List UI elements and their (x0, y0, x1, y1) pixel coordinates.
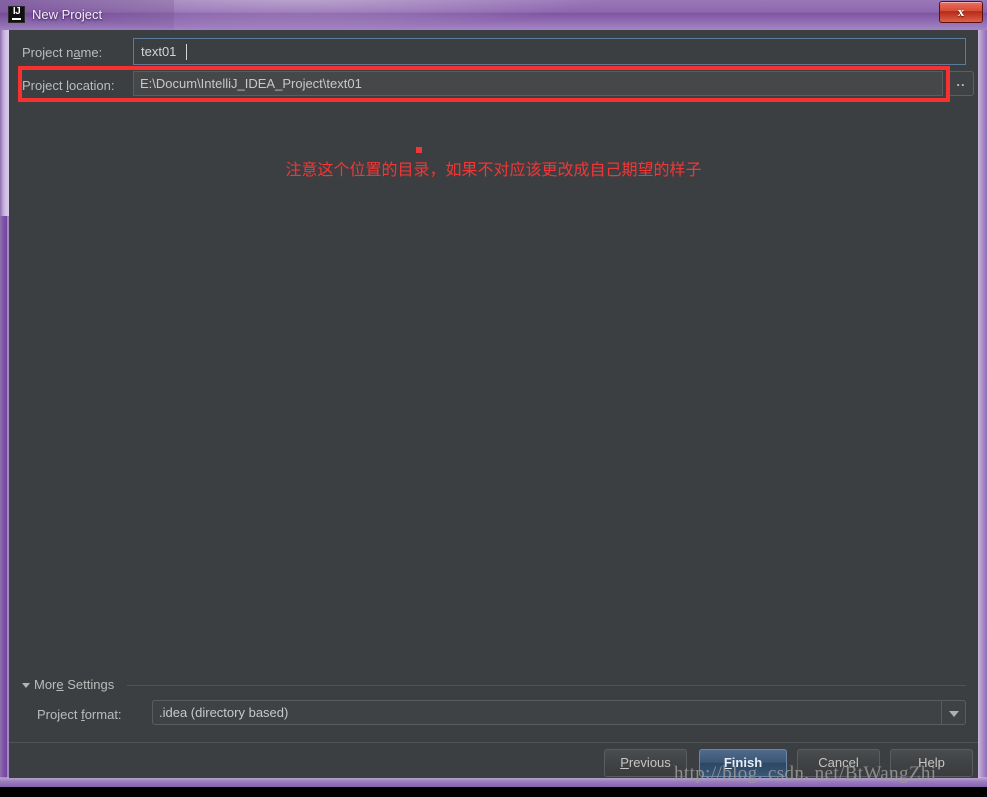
more-settings-separator (127, 685, 966, 686)
project-location-input[interactable]: E:\Docum\IntelliJ_IDEA_Project\text01 (133, 71, 943, 96)
window-border-right (978, 30, 987, 778)
project-format-label: Project format: (37, 706, 122, 724)
intellij-idea-icon-bar (12, 18, 21, 20)
dialog-content: Project name: text01 Project location: E… (9, 30, 978, 778)
project-name-label-text-b: me: (80, 45, 103, 60)
project-format-select-arrow-box[interactable] (941, 701, 965, 724)
project-name-input-value: text01 (141, 44, 177, 59)
previous-button[interactable]: Previous (604, 749, 687, 777)
project-name-input[interactable]: text01 (133, 38, 966, 65)
window-border-bottom (0, 778, 987, 787)
project-format-label-text-a: Project (37, 707, 82, 722)
more-settings-label-text-b: Settings (63, 677, 115, 692)
ellipsis-icon: .. (956, 74, 966, 89)
new-project-dialog-window: IJ New Project x Project name: text01 Pr… (0, 0, 987, 797)
more-settings-label: More Settings (34, 676, 114, 694)
close-icon: x (957, 4, 965, 19)
project-location-label-text-a: Project (22, 78, 67, 93)
chevron-down-icon (22, 683, 30, 688)
previous-button-mnemonic: P (620, 755, 629, 770)
text-caret (186, 44, 187, 60)
intellij-idea-icon-letters: IJ (12, 6, 21, 17)
annotation-text: 注意这个位置的目录，如果不对应该更改成自己期望的样子 (285, 160, 702, 179)
project-name-label: Project name: (22, 44, 102, 62)
window-title: New Project (32, 7, 103, 22)
annotation-dot (416, 147, 422, 153)
project-format-label-text-b: ormat: (84, 707, 122, 722)
window-border-bottom-outer (0, 787, 987, 797)
more-settings-label-text-a: Mor (34, 677, 57, 692)
project-location-input-value: E:\Docum\IntelliJ_IDEA_Project\text01 (140, 76, 362, 91)
close-button[interactable]: x (939, 1, 983, 23)
finish-button-text-b: inish (731, 755, 763, 770)
project-format-selected-value: .idea (directory based) (159, 705, 289, 720)
more-settings-label-mnemonic: e (56, 677, 64, 692)
previous-button-text-b: revious (628, 755, 671, 770)
help-button-text: Help (918, 755, 945, 770)
dialog-footer: Previous Finish Cancel Help (9, 743, 978, 778)
finish-button[interactable]: Finish (699, 749, 787, 777)
browse-folder-button[interactable]: .. (948, 71, 974, 96)
cancel-button-text: Cancel (818, 755, 859, 770)
chevron-down-icon (949, 711, 959, 717)
help-button[interactable]: Help (890, 749, 973, 777)
intellij-idea-icon: IJ (8, 6, 25, 23)
project-format-select[interactable]: .idea (directory based) (152, 700, 966, 725)
project-location-label: Project location: (22, 77, 115, 95)
cancel-button[interactable]: Cancel (797, 749, 880, 777)
title-bar: IJ New Project x (0, 0, 987, 30)
project-name-label-mnemonic: a (73, 45, 81, 60)
project-name-label-text-a: Project n (22, 45, 74, 60)
finish-button-mnemonic: F (723, 755, 732, 770)
project-location-label-text-b: ocation: (68, 78, 115, 93)
